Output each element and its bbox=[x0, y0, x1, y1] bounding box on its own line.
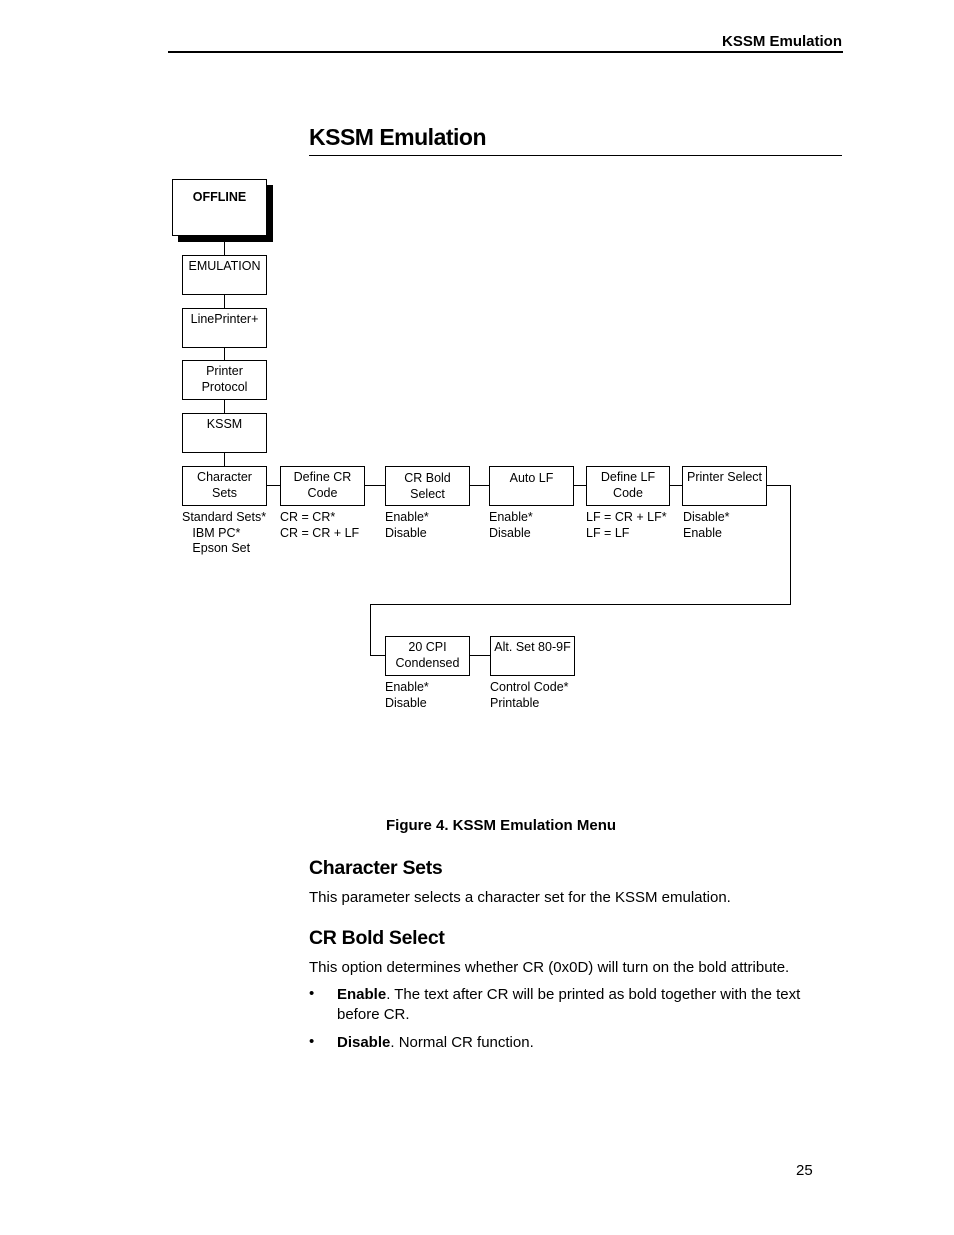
connector-line bbox=[670, 485, 682, 486]
connector-line bbox=[370, 655, 385, 656]
menu-box-define-cr-code: Define CR Code bbox=[280, 466, 365, 506]
options-alt-set: Control Code* Printable bbox=[490, 680, 569, 710]
options-cr-bold-select: Enable* Disable bbox=[385, 510, 429, 540]
section-heading-cr-bold-select: CR Bold Select bbox=[309, 927, 445, 949]
connector-line bbox=[574, 485, 586, 486]
connector-line bbox=[470, 655, 490, 656]
bullet-term: Enable bbox=[337, 986, 387, 1003]
menu-box-emulation: EMULATION bbox=[182, 255, 267, 295]
connector-line bbox=[267, 485, 280, 486]
figure-caption: Figure 4. KSSM Emulation Menu bbox=[386, 817, 617, 834]
title-rule bbox=[309, 155, 842, 156]
options-printer-select: Disable* Enable bbox=[683, 510, 730, 540]
connector-line bbox=[224, 348, 225, 360]
menu-box-printer-protocol: Printer Protocol bbox=[182, 360, 267, 400]
page-title: KSSM Emulation bbox=[309, 124, 487, 150]
menu-box-20cpi-condensed: 20 CPI Condensed bbox=[385, 636, 470, 676]
connector-line bbox=[224, 242, 225, 255]
connector-line bbox=[470, 485, 489, 486]
connector-line bbox=[365, 485, 385, 486]
section-body-character-sets: This parameter selects a character set f… bbox=[309, 889, 731, 906]
menu-box-lineprinter: LinePrinter+ bbox=[182, 308, 267, 348]
bullet-text: Disable. Normal CR function. bbox=[337, 1033, 837, 1053]
list-item: • Disable. Normal CR function. bbox=[309, 1033, 842, 1057]
bullet-description: . Normal CR function. bbox=[390, 1034, 534, 1051]
menu-box-cr-bold-select: CR Bold Select bbox=[385, 466, 470, 506]
bullet-text: Enable. The text after CR will be printe… bbox=[337, 985, 837, 1025]
connector-line bbox=[767, 485, 791, 486]
bullet-icon: • bbox=[309, 985, 315, 1002]
connector-line bbox=[370, 604, 371, 656]
options-define-lf-code: LF = CR + LF* LF = LF bbox=[586, 510, 667, 540]
list-item: • Enable. The text after CR will be prin… bbox=[309, 985, 842, 1033]
connector-line bbox=[224, 400, 225, 413]
bullet-list: • Enable. The text after CR will be prin… bbox=[309, 985, 842, 1057]
bullet-term: Disable bbox=[337, 1034, 391, 1051]
menu-box-printer-select: Printer Select bbox=[682, 466, 767, 506]
options-define-cr-code: CR = CR* CR = CR + LF bbox=[280, 510, 360, 540]
bullet-icon: • bbox=[309, 1033, 315, 1050]
menu-box-auto-lf: Auto LF bbox=[489, 466, 574, 506]
connector-line bbox=[224, 295, 225, 308]
running-header: KSSM Emulation bbox=[721, 33, 842, 50]
bullet-description: . The text after CR will be printed as b… bbox=[337, 986, 801, 1023]
section-body-cr-bold-select: This option determines whether CR (0x0D)… bbox=[309, 959, 790, 976]
menu-box-character-sets: Character Sets bbox=[182, 466, 267, 506]
page-number: 25 bbox=[796, 1162, 813, 1179]
menu-box-alt-set: Alt. Set 80-9F bbox=[490, 636, 575, 676]
connector-line bbox=[370, 604, 791, 605]
options-auto-lf: Enable* Disable bbox=[489, 510, 533, 540]
menu-box-kssm: KSSM bbox=[182, 413, 267, 453]
section-heading-character-sets: Character Sets bbox=[309, 857, 443, 879]
header-rule bbox=[168, 51, 843, 53]
options-character-sets: Standard Sets* IBM PC* Epson Set bbox=[182, 510, 267, 555]
options-20cpi-condensed: Enable* Disable bbox=[385, 680, 429, 710]
menu-box-define-lf-code: Define LF Code bbox=[586, 466, 670, 506]
connector-line bbox=[790, 485, 791, 605]
menu-box-offline: OFFLINE bbox=[172, 179, 267, 236]
connector-line bbox=[224, 453, 225, 466]
